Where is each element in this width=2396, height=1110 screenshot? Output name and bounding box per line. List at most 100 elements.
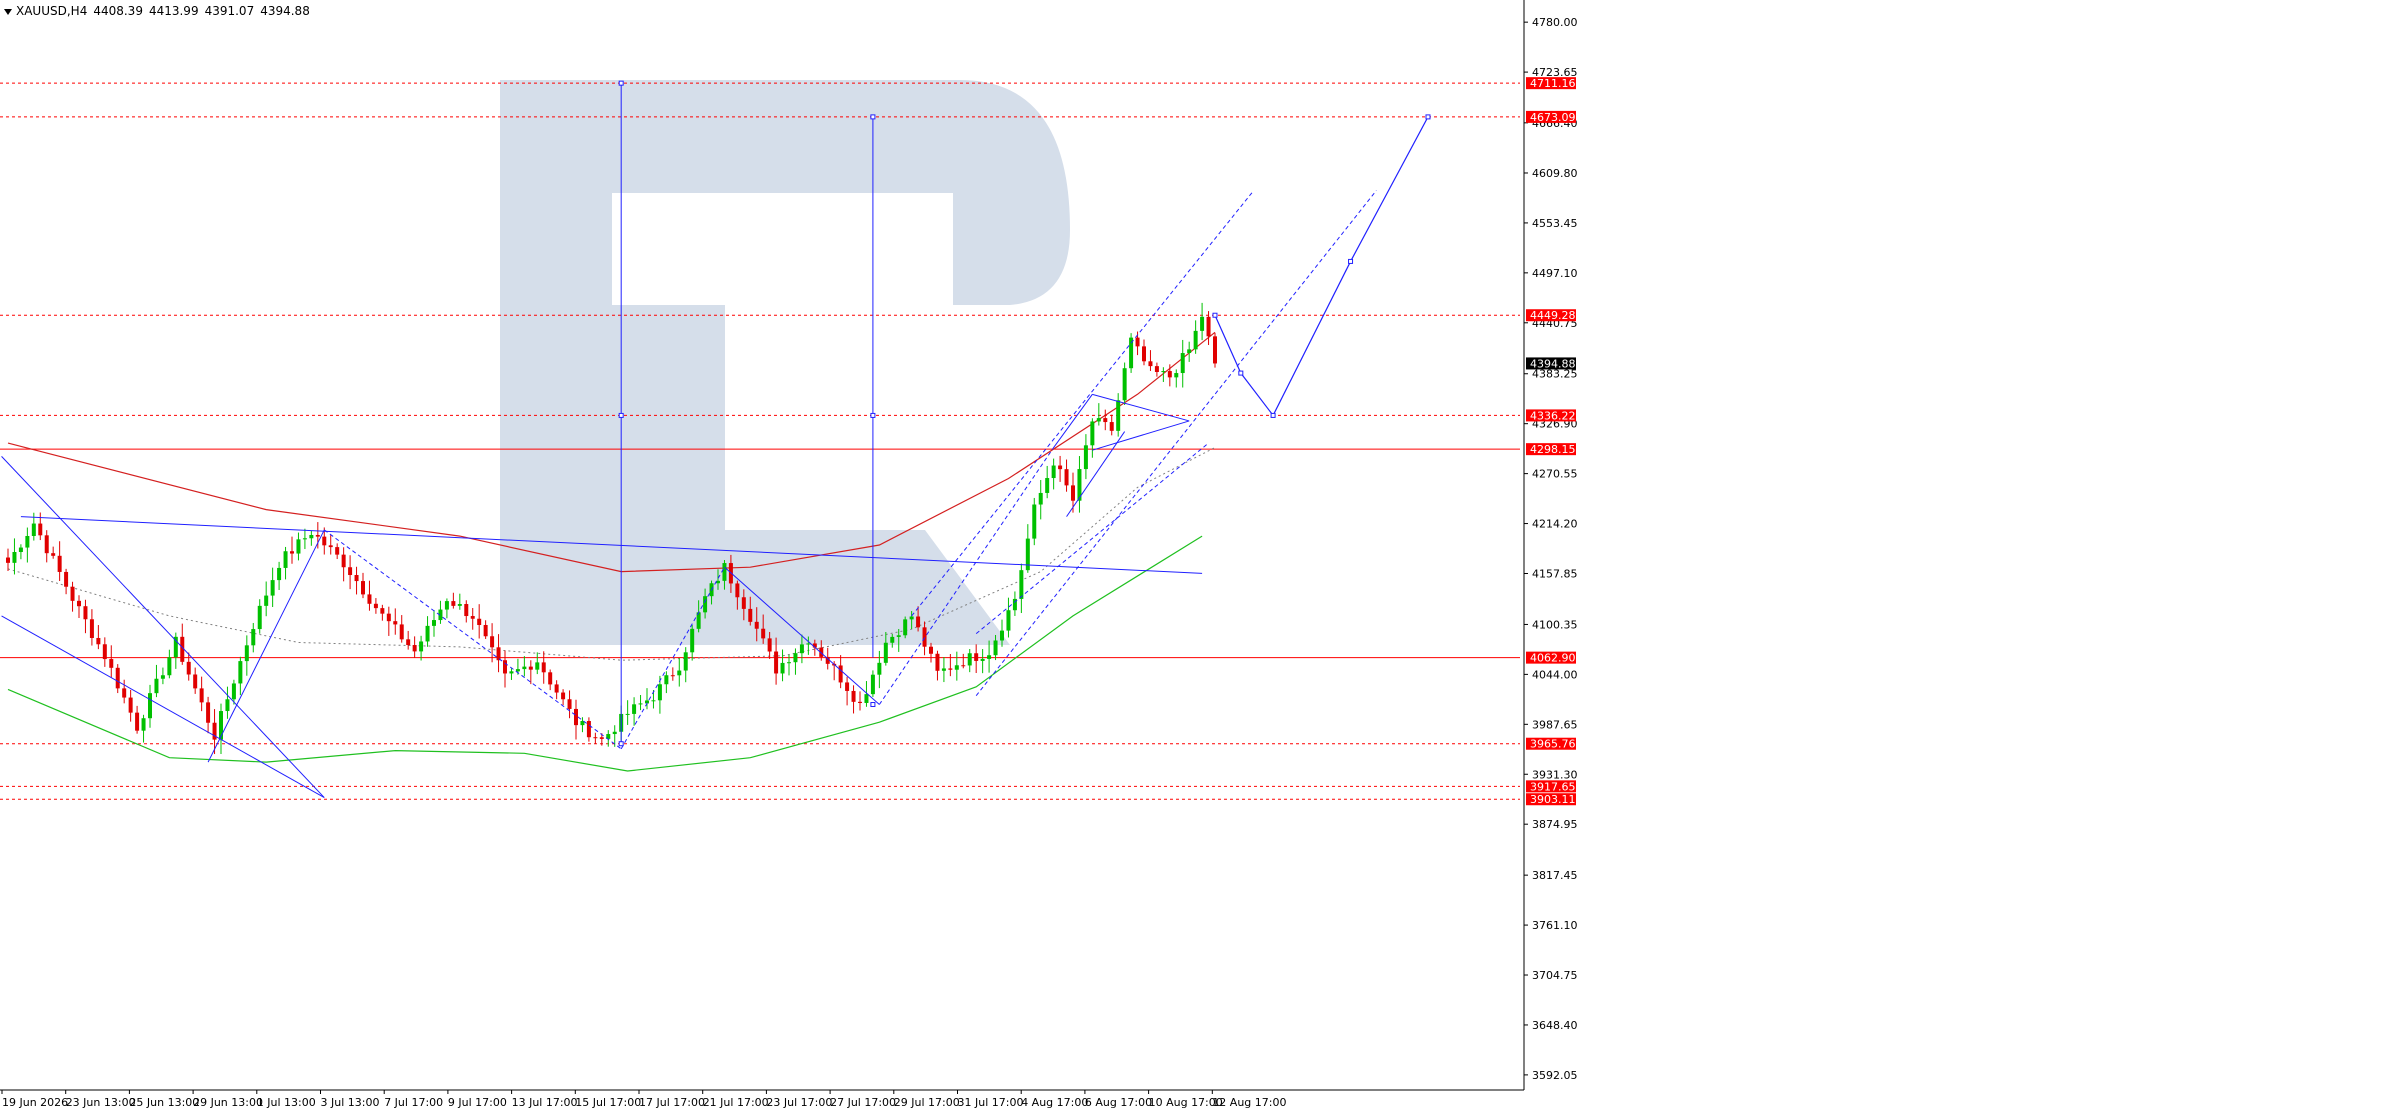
candle-body [1058, 465, 1063, 470]
anchor-point[interactable] [618, 80, 624, 86]
candle-body [774, 651, 779, 674]
x-tick-label: 4 Aug 17:00 [1021, 1096, 1088, 1109]
anchor-point[interactable] [618, 412, 624, 418]
forecast-point[interactable] [1270, 412, 1276, 418]
forecast-line[interactable] [1240, 372, 1274, 416]
x-tick-label: 13 Jul 17:00 [512, 1096, 578, 1109]
candle-body [974, 653, 979, 661]
candle-body [535, 662, 540, 670]
candle-body [793, 653, 798, 663]
price-chart[interactable]: 4780.004723.654666.404609.804553.454497.… [0, 0, 2396, 1110]
candle-body [399, 624, 404, 640]
candle-body [57, 555, 62, 572]
candle-body [302, 538, 307, 540]
forecast-point[interactable] [1238, 370, 1244, 376]
level-price-label: 4673.09 [1530, 111, 1576, 124]
x-tick-label: 21 Jul 17:00 [703, 1096, 769, 1109]
candle-body [1103, 418, 1108, 423]
candle-body [1135, 337, 1140, 347]
candle-body [1206, 316, 1211, 337]
anchor-point[interactable] [618, 741, 624, 747]
x-tick-label: 25 Jun 13:00 [129, 1096, 199, 1109]
x-tick-label: 17 Jul 17:00 [639, 1096, 705, 1109]
anchor-point[interactable] [870, 702, 876, 708]
x-tick-label: 9 Jul 17:00 [448, 1096, 507, 1109]
candle-body [386, 613, 391, 622]
candle-body [354, 575, 359, 582]
candle-body [432, 620, 436, 626]
forecast-point[interactable] [1212, 312, 1218, 318]
candle-body [1180, 353, 1185, 374]
candle-body [748, 608, 753, 622]
candle-body [419, 641, 424, 652]
candle-body [425, 625, 430, 642]
forecast-line[interactable] [1272, 261, 1352, 416]
candle-body [1038, 492, 1043, 505]
candle-body [412, 645, 417, 652]
forecast-line[interactable] [1214, 314, 1242, 374]
candle-body [651, 700, 656, 702]
candle-body [483, 624, 488, 637]
candle-body [528, 666, 533, 670]
candle-body [25, 535, 30, 548]
candle-body [277, 567, 282, 581]
candle-body [851, 690, 856, 702]
candle-body [967, 653, 972, 666]
candle-body [451, 601, 456, 606]
triangle-line[interactable] [1092, 420, 1190, 451]
candle-body [838, 665, 843, 683]
x-tick-label: 15 Jul 17:00 [575, 1096, 641, 1109]
candle-body [322, 536, 327, 546]
candle-body [1083, 445, 1088, 470]
dropdown-triangle-icon[interactable] [4, 8, 12, 15]
anchor-point[interactable] [870, 114, 876, 120]
candle-body [883, 642, 888, 663]
wave-line[interactable] [1066, 431, 1126, 517]
candle-body [141, 718, 146, 731]
wave-line[interactable] [1053, 394, 1093, 448]
x-tick-label: 6 Aug 17:00 [1085, 1096, 1152, 1109]
candle-body [858, 701, 862, 703]
forecast-point[interactable] [1348, 258, 1354, 264]
candle-body [12, 551, 17, 563]
x-tick-label: 7 Jul 17:00 [384, 1096, 443, 1109]
candle-body [767, 638, 772, 652]
wave-line[interactable] [207, 529, 325, 763]
candle-body [231, 683, 236, 700]
candle-body [1129, 337, 1134, 369]
candle-body [664, 675, 669, 685]
candle-body [83, 606, 88, 620]
high-value: 4413.99 [148, 4, 199, 18]
x-tick-label: 19 Jun 2026 [2, 1096, 68, 1109]
triangle-line[interactable] [1092, 393, 1190, 422]
candle-body [1193, 330, 1198, 350]
candle-body [96, 637, 101, 645]
x-tick-label: 29 Jun 13:00 [193, 1096, 263, 1109]
channel-mid-dashed[interactable] [975, 442, 1209, 635]
candle-body [31, 523, 36, 536]
candle-body [1148, 361, 1153, 367]
candle-body [457, 604, 462, 606]
candle-body [657, 684, 662, 701]
candle-body [896, 635, 901, 637]
candle-body [1213, 336, 1217, 364]
candle-body [373, 603, 378, 609]
candle-body [199, 688, 204, 703]
broker-logo-watermark [500, 80, 1070, 645]
forecast-line[interactable] [1350, 116, 1429, 262]
candle-body [225, 699, 230, 712]
candle-body [754, 621, 759, 629]
candle-body [148, 693, 152, 719]
candle-body [89, 619, 94, 638]
forecast-point[interactable] [1425, 114, 1431, 120]
candle-body [1174, 373, 1179, 378]
candle-body [270, 580, 275, 596]
x-tick-label: 29 Jul 17:00 [894, 1096, 960, 1109]
candle-body [799, 644, 804, 654]
level-price-label: 4449.28 [1530, 309, 1576, 322]
anchor-point[interactable] [870, 412, 876, 418]
candle-body [283, 551, 288, 568]
candle-body [477, 618, 482, 625]
candle-body [380, 608, 385, 614]
level-price-label: 3903.11 [1530, 793, 1576, 806]
